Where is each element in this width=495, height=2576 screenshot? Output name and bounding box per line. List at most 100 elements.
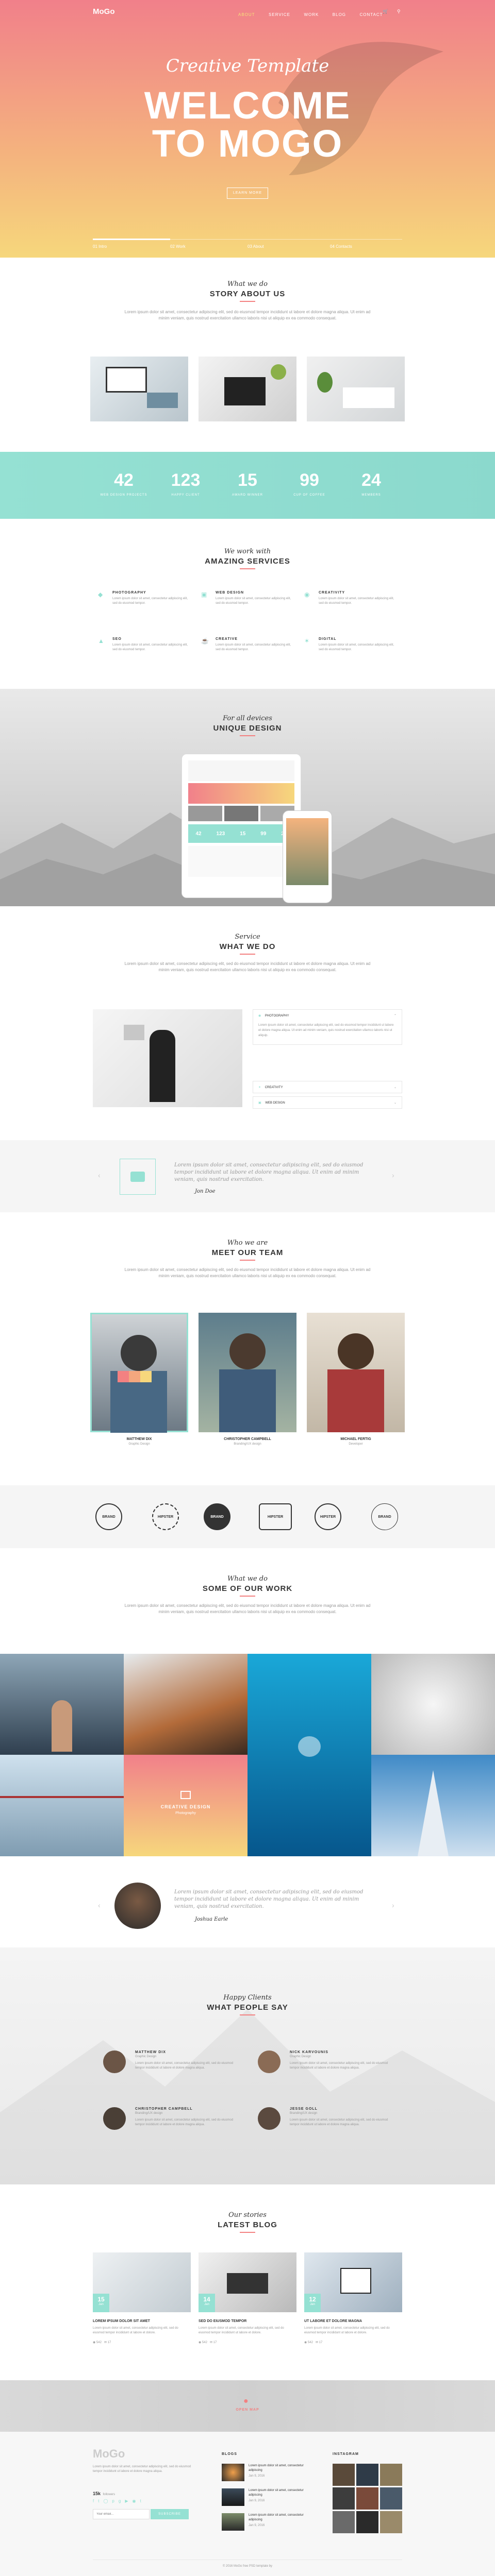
blog-day: 12 [309,2296,316,2303]
youtube-icon[interactable]: ▶ [125,2499,128,2503]
accordion-item-webdesign[interactable]: ▣ WEB DESIGN ⌄ [253,1096,402,1109]
blog-image: 12 Jan [304,2252,402,2312]
tumblr-icon[interactable]: t [140,2499,141,2503]
prev-arrow-icon[interactable]: ‹ [98,1901,101,1909]
testimonial-name: JESSE GOLL [290,2107,318,2111]
footer-brand[interactable]: MoGo [93,2447,125,2461]
footer-blog-item[interactable]: Lorem ipsum dolor sit amet, consectetur … [222,2488,309,2506]
blog-day: 14 [203,2296,210,2303]
work-item[interactable] [0,1654,124,1755]
blog-post-title: LOREM IPSUM DOLOR SIT AMET [93,2319,150,2323]
blog-post[interactable]: 14 Jan SED DO EIUSMOD TEMPOR Lorem ipsum… [199,2252,296,2344]
team-kicker: Who we are [227,1239,268,1247]
cart-icon[interactable]: 🛒 [383,9,388,14]
hero-tab-3[interactable]: 03 About [248,244,264,249]
accordion-item-photography[interactable]: ◉ PHOTOGRAPHY ⌃ Lorem ipsum dolor sit am… [253,1009,402,1045]
service-item: ▲ SEO Lorem ipsum dolor sit amet, consec… [98,637,191,652]
about-section: What we do STORY ABOUT US Lorem ipsum do… [0,258,495,448]
blog-post[interactable]: 12 Jan UT LABORE ET DOLORE MAGNA Lorem i… [304,2252,402,2344]
logos-band: BRAND HIPSTER BRAND HIPSTER HIPSTER BRAN… [0,1485,495,1548]
instagram-photo[interactable] [380,2487,402,2510]
chevron-up-icon: ⌃ [393,1014,397,1018]
blog-image: 15 Jan [93,2252,191,2312]
instagram-photo[interactable] [356,2511,378,2533]
instagram-photo[interactable] [333,2487,355,2510]
footer-text: Lorem ipsum dolor sit amet, consectetur … [93,2465,191,2473]
followers-label: followers [103,2493,116,2496]
open-map-link[interactable]: OPEN MAP [0,2408,495,2412]
dribbble-icon[interactable]: ◉ [132,2499,136,2503]
hero-tab-2[interactable]: 02 Work [170,244,186,249]
team-member[interactable]: MICHAEL FERTIG Developer [307,1313,405,1446]
work-item[interactable] [371,1755,495,1856]
search-icon[interactable]: ⚲ [397,9,401,14]
team-member[interactable]: CHRISTOPHER CAMPBELL Branding/UX design [199,1313,296,1446]
facebook-icon[interactable] [118,1371,129,1382]
learn-more-button[interactable]: LEARN MORE [227,188,268,199]
testimonials-section: Happy Clients WHAT PEOPLE SAY MATTHEW DI… [0,1947,495,2184]
team-text: Lorem ipsum dolor sit amet, consectetur … [124,1267,371,1278]
subscribe-input[interactable] [93,2509,150,2519]
work-item-featured[interactable]: CREATIVE DESIGN Photography [124,1755,248,1856]
service-text: Lorem ipsum dolor sit amet, consectetur … [112,597,188,605]
team-divider [240,1260,255,1261]
stat-1: 42 WEB DESIGN PROJECTS [93,470,155,497]
stat-label: HAPPY CLIENT [171,494,200,497]
services-section: We work with AMAZING SERVICES ◆ PHOTOGRA… [0,519,495,689]
work-item[interactable] [371,1654,495,1755]
mock-stat: 99 [260,831,267,837]
instagram-photo[interactable] [356,2487,378,2510]
facebook-icon[interactable]: f [93,2499,94,2503]
pinterest-icon[interactable] [140,1371,152,1382]
nav-about[interactable]: ABOUT [238,12,255,17]
nav-service[interactable]: SERVICE [269,12,290,17]
testimonial-text: Lorem ipsum dolor sit amet, consectetur … [290,2062,388,2070]
accordion-item-creativity[interactable]: ✶ CREATIVITY ⌄ [253,1081,402,1093]
testimonial-name: NICK KARVOUNIS [290,2050,328,2054]
work-divider [240,1596,255,1597]
footer-blog-date: Jan 9, 2016 [249,2524,265,2527]
cup-icon: ☕ [201,637,209,645]
instagram-icon[interactable]: ◯ [103,2499,108,2503]
page: MoGo ABOUT SERVICE WORK BLOG CONTACT 🛒 ⚲… [0,0,495,2576]
work-item[interactable] [0,1755,124,1856]
pinterest-icon[interactable]: p [112,2499,114,2503]
twitter-icon[interactable] [129,1371,140,1382]
footer: MoGo Lorem ipsum dolor sit amet, consect… [0,2432,495,2576]
instagram-photo[interactable] [356,2464,378,2486]
monitor-icon: ▣ [258,1101,261,1105]
eye-icon: ◉ [304,2341,307,2344]
stat-number: 24 [361,470,381,490]
footer-blog-item[interactable]: Lorem ipsum dolor sit amet, consectetur … [222,2464,309,2481]
next-arrow-icon[interactable]: › [392,1171,394,1179]
hero-tab-4[interactable]: 04 Contacts [330,244,352,249]
chart-icon: ▲ [98,637,104,645]
google-icon[interactable]: g [119,2499,121,2503]
accordion-text: Lorem ipsum dolor sit amet, consectetur … [258,1024,394,1037]
brand-logo[interactable]: MoGo [93,7,115,16]
instagram-photo[interactable] [380,2511,402,2533]
stat-5: 24 MEMBERS [340,470,402,497]
nav-blog[interactable]: BLOG [333,12,346,17]
work-text: Lorem ipsum dolor sit amet, consectetur … [124,1603,371,1614]
prev-arrow-icon[interactable]: ‹ [98,1171,101,1179]
blog-post[interactable]: 15 Jan LOREM IPSUM DOLOR SIT AMET Lorem … [93,2252,191,2344]
nav-contact[interactable]: CONTACT [359,12,383,17]
mock-stat: 42 [195,831,202,837]
testimonials-kicker: Happy Clients [223,1994,272,2002]
instagram-photo[interactable] [333,2464,355,2486]
hero-tab-1[interactable]: 01 Intro [93,244,107,249]
picture-icon [180,1791,191,1799]
footer-blog-item[interactable]: Lorem ipsum dolor sit amet, consectetur … [222,2513,309,2531]
next-arrow-icon[interactable]: › [392,1901,394,1909]
team-member[interactable]: MATTHEW DIX Graphic Design [90,1313,188,1446]
service-item: ◉ CREATIVITY Lorem ipsum dolor sit amet,… [304,591,397,606]
instagram-photo[interactable] [333,2511,355,2533]
twitter-icon[interactable]: t [98,2499,99,2503]
subscribe-button[interactable]: SUBSCRIBE [151,2509,189,2519]
work-item[interactable] [248,1654,371,1856]
footer-blog-date: Jan 9, 2016 [249,2475,265,2478]
nav-work[interactable]: WORK [304,12,319,17]
work-item[interactable] [124,1654,248,1755]
instagram-photo[interactable] [380,2464,402,2486]
